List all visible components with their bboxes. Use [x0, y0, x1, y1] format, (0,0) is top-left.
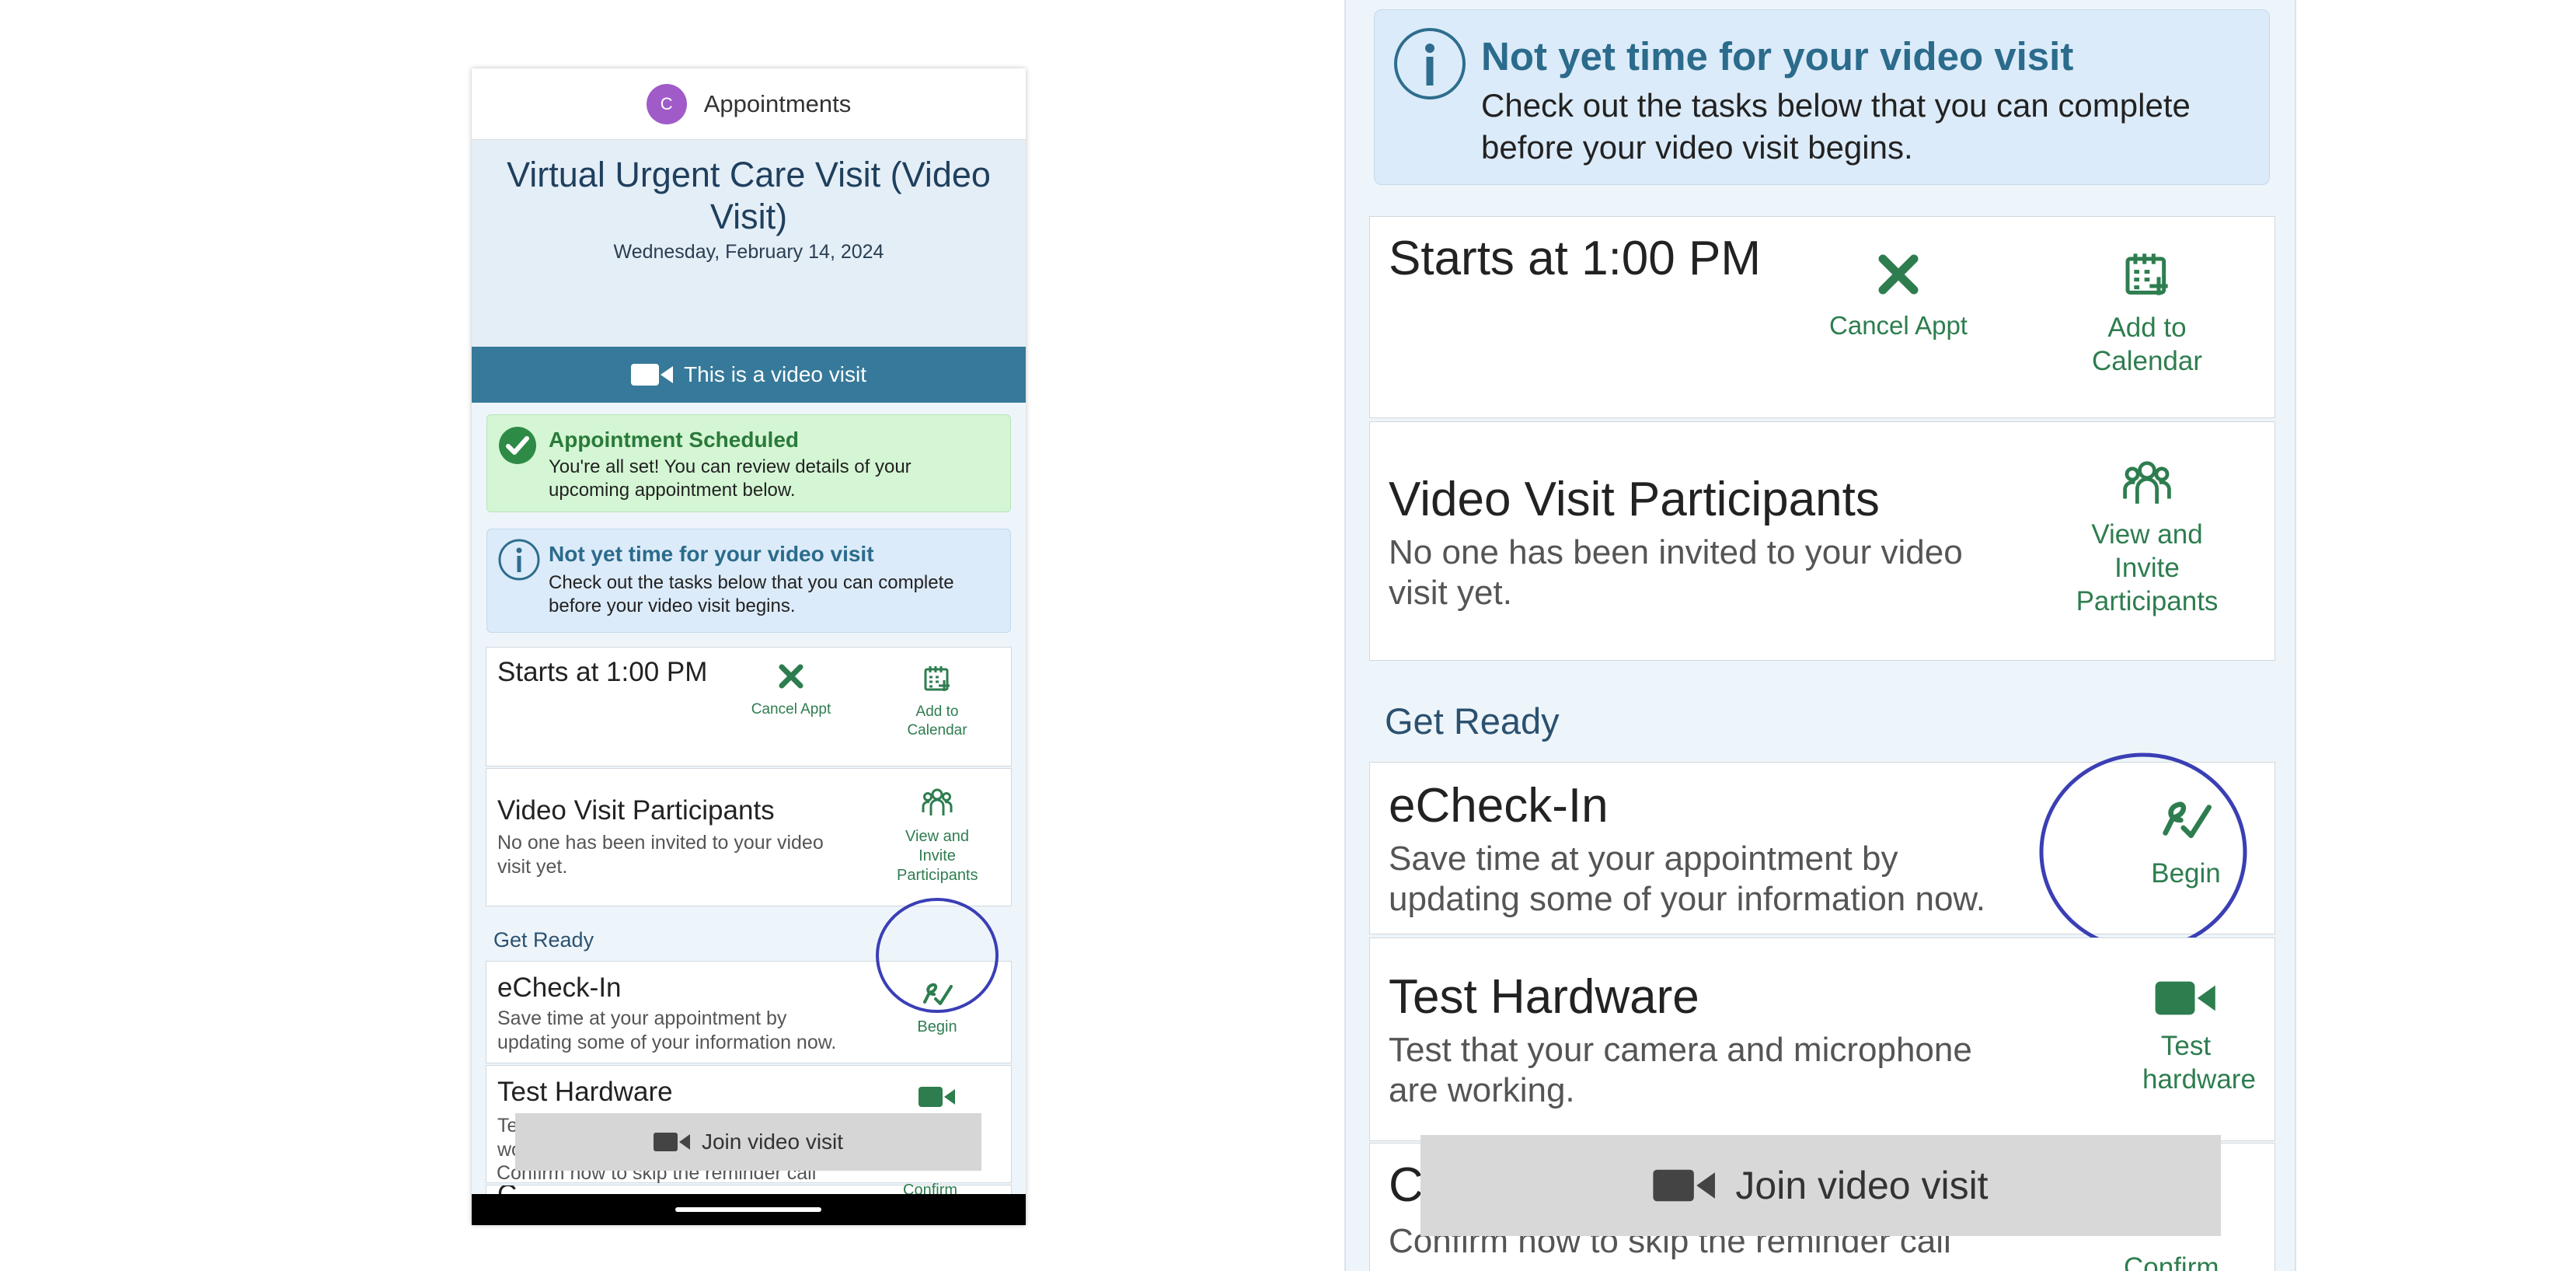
video-camera-icon	[1653, 1169, 1716, 1202]
start-time-card: Starts at 1:00 PM Cancel Appt Add to Cal…	[486, 647, 1012, 766]
view-invite-participants-label: View and Invite Participants	[2076, 519, 2219, 616]
cancel-appt-label: Cancel Appt	[1829, 311, 1968, 340]
participants-body: No one has been invited to your video vi…	[497, 832, 824, 878]
calendar-add-icon	[2125, 253, 2168, 295]
test-hardware-card-zoom: Test Hardware Test that your camera and …	[1369, 938, 2275, 1141]
info-icon	[1394, 28, 1466, 100]
video-camera-icon	[919, 1087, 955, 1107]
echeckin-body: Save time at your appointment by updatin…	[1389, 840, 1986, 918]
echeckin-icon	[923, 983, 953, 1005]
home-indicator[interactable]	[675, 1207, 821, 1212]
test-hardware-label: Test hardware	[2142, 1031, 2256, 1095]
echeckin-card-zoom: eCheck-In Save time at your appointment …	[1369, 762, 2275, 934]
video-visit-banner: This is a video visit	[472, 347, 1026, 403]
start-time: Starts at 1:00 PM	[497, 657, 708, 687]
view-invite-participants-button[interactable]: View and Invite Participants	[875, 787, 999, 885]
participants-card-zoom: Video Visit Participants No one has been…	[1369, 421, 2275, 661]
phone-screen: C Appointments Virtual Urgent Care Visit…	[472, 68, 1026, 1225]
test-hardware-body: Test that your camera and microphone are…	[1389, 1031, 1972, 1109]
echeckin-body: Save time at your appointment by updatin…	[497, 1007, 837, 1053]
begin-label: Begin	[2151, 858, 2221, 889]
zoomed-view: Not yet time for your video visit Check …	[1344, 0, 2296, 1271]
close-icon	[779, 664, 803, 689]
alert-title: Appointment Scheduled	[549, 428, 799, 452]
participants-card: Video Visit Participants No one has been…	[486, 768, 1012, 906]
join-video-visit-label: Join video visit	[1735, 1164, 1989, 1207]
view-invite-participants-button[interactable]: View and Invite Participants	[2038, 459, 2256, 618]
info-icon	[498, 539, 540, 581]
echeckin-icon	[2163, 801, 2212, 839]
add-to-calendar-button[interactable]: Add to Calendar	[2054, 251, 2240, 378]
confirm-title-initial: C	[1389, 1158, 1424, 1212]
cancel-appt-button[interactable]: Cancel Appt	[1805, 253, 1992, 340]
alert-appointment-scheduled: Appointment Scheduled You're all set! Yo…	[486, 414, 1011, 512]
video-camera-icon	[631, 364, 674, 386]
avatar[interactable]: C	[646, 83, 687, 124]
cancel-appt-button[interactable]: Cancel Appt	[737, 663, 845, 718]
close-icon	[1878, 254, 1919, 295]
echeckin-card: eCheck-In Save time at your appointment …	[486, 961, 1012, 1063]
app-header: C Appointments	[472, 68, 1026, 140]
visit-date: Wednesday, February 14, 2024	[613, 241, 884, 263]
begin-label: Begin	[917, 1018, 957, 1035]
calendar-add-icon	[924, 666, 950, 691]
cancel-appt-label: Cancel Appt	[751, 701, 831, 718]
alert-body: Check out the tasks below that you can c…	[1481, 87, 2191, 166]
visit-title: Virtual Urgent Care Visit (Video Visit)	[507, 155, 991, 236]
test-hardware-title: Test Hardware	[1389, 970, 1699, 1024]
join-video-visit-button[interactable]: Join video visit	[515, 1113, 981, 1171]
page-title: Appointments	[703, 89, 852, 117]
join-video-visit-label: Join video visit	[701, 1130, 844, 1154]
add-to-calendar-button[interactable]: Add to Calendar	[887, 665, 988, 740]
video-visit-label: This is a video visit	[684, 362, 866, 386]
test-hardware-title: Test Hardware	[497, 1077, 673, 1107]
video-camera-icon	[653, 1133, 690, 1151]
alert-title: Not yet time for your video visit	[1481, 34, 2074, 79]
echeckin-title: eCheck-In	[1389, 779, 1609, 833]
participants-title: Video Visit Participants	[1389, 473, 1880, 526]
echeckin-begin-button[interactable]: Begin	[2116, 797, 2256, 889]
system-nav-bar	[472, 1194, 1026, 1225]
alert-title: Not yet time for your video visit	[549, 542, 874, 566]
join-video-visit-button[interactable]: Join video visit	[1420, 1135, 2221, 1236]
view-invite-participants-label: View and Invite Participants	[897, 828, 978, 884]
start-time-card-zoom: Starts at 1:00 PM Cancel Appt Add to Cal…	[1369, 216, 2275, 418]
visit-header: Virtual Urgent Care Visit (Video Visit) …	[472, 140, 1026, 347]
add-to-calendar-label: Add to Calendar	[2091, 313, 2203, 376]
confirm-button[interactable]: Confirm	[2124, 1252, 2219, 1271]
participants-icon	[2123, 461, 2171, 504]
get-ready-heading: Get Ready	[493, 928, 594, 952]
participants-icon	[922, 788, 953, 815]
check-circle-icon	[499, 427, 536, 464]
alert-body: You're all set! You can review details o…	[549, 456, 912, 501]
video-camera-icon	[2155, 981, 2215, 1015]
echeckin-title: eCheck-In	[497, 972, 622, 1003]
test-hardware-button[interactable]: Test hardware	[2100, 980, 2271, 1096]
add-to-calendar-label: Add to Calendar	[907, 704, 967, 739]
get-ready-heading: Get Ready	[1385, 700, 1560, 742]
start-time: Starts at 1:00 PM	[1389, 232, 1761, 285]
participants-body: No one has been invited to your video vi…	[1389, 533, 1963, 612]
participants-title: Video Visit Participants	[497, 795, 775, 826]
echeckin-begin-button[interactable]: Begin	[898, 980, 976, 1036]
alert-not-yet-time-zoom: Not yet time for your video visit Check …	[1374, 9, 2270, 185]
alert-body: Check out the tasks below that you can c…	[549, 572, 954, 616]
alert-not-yet-time: Not yet time for your video visit Check …	[486, 529, 1011, 633]
